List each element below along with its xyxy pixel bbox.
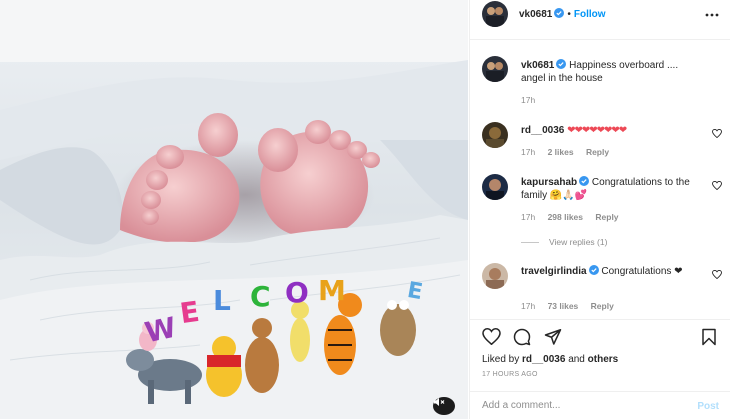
commenter-avatar[interactable] xyxy=(482,263,508,289)
post-actions: Liked by rd__0036 and others 17 HOURS AG… xyxy=(470,319,730,391)
post-header: vk0681 • Follow xyxy=(470,0,730,40)
comment-time: 17h xyxy=(521,147,536,157)
welcome-letter: C xyxy=(250,280,271,313)
comment-username[interactable]: travelgirlindia xyxy=(521,266,587,277)
caption-time: 17h xyxy=(521,95,536,105)
reply-button[interactable]: Reply xyxy=(591,301,614,311)
comment-username[interactable]: rd__0036 xyxy=(521,125,564,136)
separator-dot: • xyxy=(567,9,571,20)
liked-by-prefix: Liked by xyxy=(482,354,520,365)
comment-bubble-icon[interactable] xyxy=(513,328,531,346)
comment-likes[interactable]: 73 likes xyxy=(548,301,579,311)
liked-by-user[interactable]: rd__0036 xyxy=(522,354,565,365)
like-comment-heart-icon[interactable] xyxy=(712,129,722,138)
post-comment-button[interactable]: Post xyxy=(697,401,719,412)
verified-badge-icon xyxy=(579,176,590,186)
share-direct-icon[interactable] xyxy=(544,328,562,345)
baby-feet-image: W E L C O M E xyxy=(0,0,468,419)
add-comment-bar: Post xyxy=(470,391,730,419)
liked-by-others[interactable]: others xyxy=(588,354,619,365)
author-avatar[interactable] xyxy=(482,1,508,27)
add-comment-input[interactable] xyxy=(482,400,682,411)
caption: vk0681 Happiness overboard .... angel in… xyxy=(482,55,722,125)
post-media[interactable]: W E L C O M E xyxy=(0,0,468,419)
verified-badge-icon xyxy=(588,265,599,275)
commenter-avatar[interactable] xyxy=(482,174,508,200)
comment-username[interactable]: kapursahab xyxy=(521,177,577,188)
welcome-letter: L xyxy=(213,284,231,317)
like-heart-icon[interactable] xyxy=(482,328,501,345)
comment-item: rd__0036 ❤❤❤❤❤❤❤❤ 17h 2 likes Reply xyxy=(482,122,722,162)
comment-item: kapursahab Congratulations to the family… xyxy=(482,174,722,254)
post-timestamp[interactable]: 17 HOURS AGO xyxy=(482,371,538,378)
comment-text: ❤❤❤❤❤❤❤❤ xyxy=(567,125,627,136)
caption-username[interactable]: vk0681 xyxy=(521,60,554,71)
comment-text: Congratulations ❤ xyxy=(601,266,683,277)
welcome-letter: M xyxy=(318,274,346,307)
welcome-letter: O xyxy=(285,276,309,309)
verified-badge-icon xyxy=(554,8,565,18)
comment-likes[interactable]: 2 likes xyxy=(548,147,574,157)
author-username[interactable]: vk0681 xyxy=(519,9,552,20)
like-comment-heart-icon[interactable] xyxy=(712,181,722,190)
more-options-icon[interactable] xyxy=(705,13,719,17)
comment-time: 17h xyxy=(521,301,536,311)
comment-likes[interactable]: 298 likes xyxy=(548,212,583,222)
follow-button[interactable]: Follow xyxy=(574,9,606,20)
view-replies-link[interactable]: View replies (1) xyxy=(521,237,607,247)
reply-button[interactable]: Reply xyxy=(595,212,618,222)
commenter-avatar[interactable] xyxy=(482,122,508,148)
like-comment-heart-icon[interactable] xyxy=(712,270,722,279)
comment-item: travelgirlindia Congratulations ❤ 17h 73… xyxy=(482,263,722,319)
liked-by-and: and xyxy=(568,354,585,365)
author-avatar[interactable] xyxy=(482,56,508,82)
comments-list[interactable]: vk0681 Happiness overboard .... angel in… xyxy=(470,41,730,319)
comment-time: 17h xyxy=(521,212,536,222)
reply-button[interactable]: Reply xyxy=(586,147,609,157)
liked-by-text: Liked by rd__0036 and others xyxy=(482,354,618,365)
mute-button[interactable] xyxy=(433,397,455,415)
speaker-muted-icon xyxy=(434,398,445,406)
save-bookmark-icon[interactable] xyxy=(701,328,717,346)
post-side-panel: vk0681 • Follow vk0681 Happiness overboard… xyxy=(469,0,730,419)
verified-badge-icon xyxy=(556,59,567,69)
